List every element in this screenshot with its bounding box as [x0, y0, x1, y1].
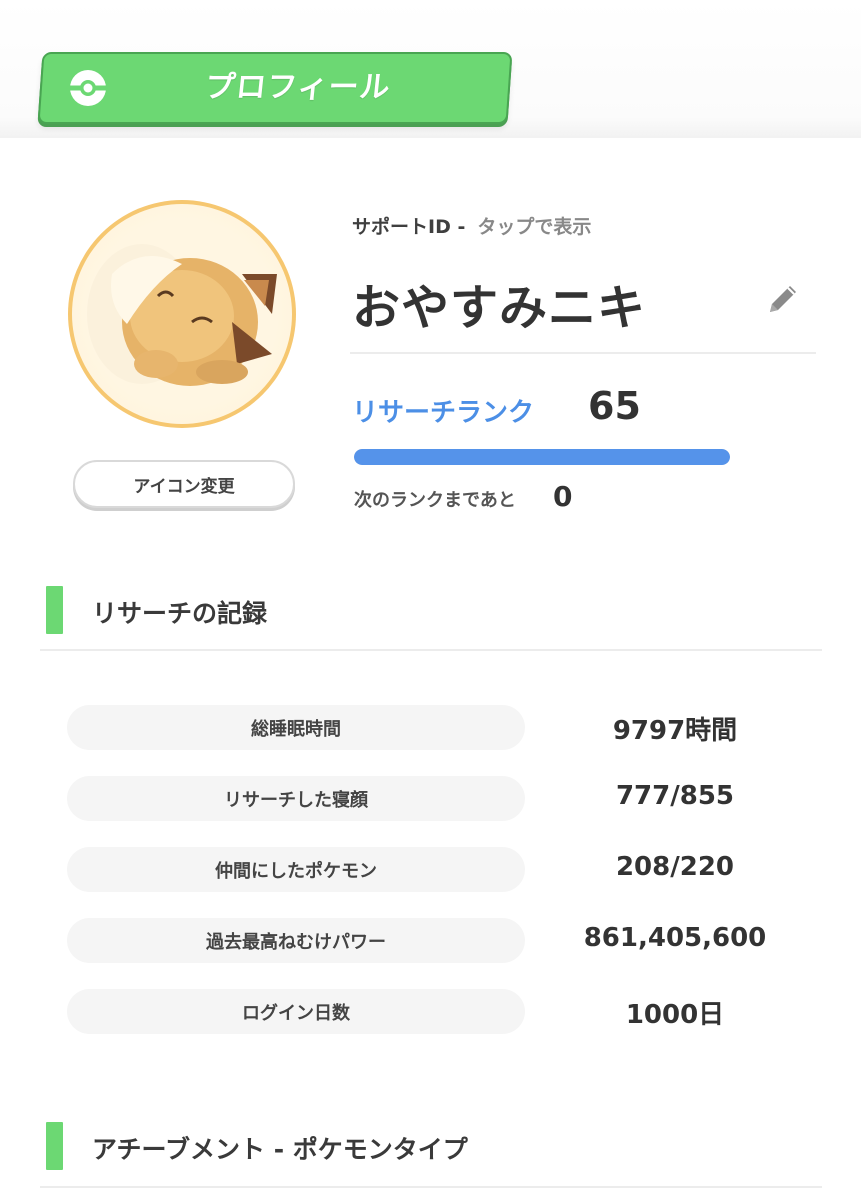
- next-rank-value: 0: [553, 480, 573, 513]
- edit-pencil-icon[interactable]: [764, 280, 802, 318]
- page-title: プロフィール: [203, 70, 393, 105]
- stat-label: リサーチした寝顔: [67, 776, 525, 821]
- research-rank-label: リサーチランク: [352, 398, 535, 428]
- rank-progress-fill: [354, 449, 730, 465]
- support-id[interactable]: サポートID - タップで表示: [352, 212, 591, 239]
- player-name: おやすみニキ: [352, 280, 647, 336]
- stat-value: 777/855: [615, 781, 735, 811]
- stat-value: 9797時間: [612, 716, 738, 746]
- pokeball-icon: [70, 70, 106, 106]
- support-id-label: サポートID -: [352, 216, 466, 238]
- section-divider: [40, 1186, 822, 1188]
- sleeping-pokemon-image: [87, 244, 277, 386]
- next-rank-label: 次のランクまであと: [354, 490, 516, 511]
- profile-divider: [350, 352, 816, 354]
- stat-label: 過去最高ねむけパワー: [67, 918, 525, 963]
- stat-label: 総睡眠時間: [67, 705, 525, 750]
- avatar[interactable]: [68, 200, 296, 428]
- stat-value: 1000日: [625, 1000, 725, 1030]
- rank-progress-bar: [354, 449, 730, 465]
- support-id-tap-link[interactable]: タップで表示: [477, 216, 591, 238]
- achievement-section-title: アチーブメント - ポケモンタイプ: [92, 1135, 468, 1164]
- section-marker: [46, 586, 63, 634]
- research-rank-value: 65: [588, 384, 641, 428]
- stat-value: 208/220: [615, 852, 735, 882]
- avatar-frame: [72, 204, 292, 424]
- icon-change-button[interactable]: アイコン変更: [73, 460, 295, 508]
- research-section-title: リサーチの記録: [92, 599, 268, 628]
- section-divider: [40, 649, 822, 651]
- section-marker: [46, 1122, 63, 1170]
- stat-label: ログイン日数: [67, 989, 525, 1034]
- stat-label: 仲間にしたポケモン: [67, 847, 525, 892]
- stat-value: 861,405,600: [583, 923, 767, 953]
